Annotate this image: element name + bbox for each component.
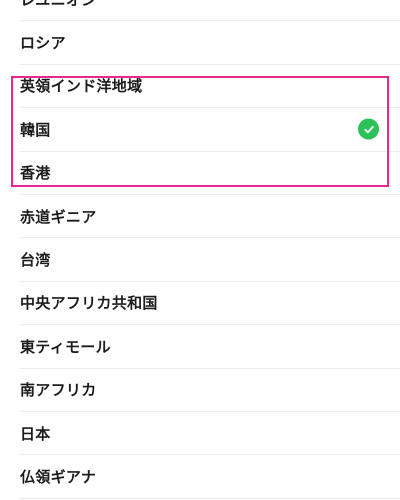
- list-item-reunion[interactable]: レユニオン: [20, 0, 400, 22]
- list-item-russia[interactable]: ロシア: [20, 21, 400, 65]
- list-item-label: 南アフリカ: [20, 381, 97, 400]
- list-item-taiwan[interactable]: 台湾: [20, 238, 400, 282]
- list-item-label: 香港: [20, 164, 51, 183]
- list-item-south-korea[interactable]: 韓国: [20, 108, 400, 152]
- list-item-label: 韓国: [20, 120, 51, 139]
- list-item-label: ロシア: [20, 34, 66, 53]
- list-item-label: 赤道ギニア: [20, 207, 97, 226]
- country-list: レユニオン ロシア 英領インド洋地域 韓国 香港 赤道ギニア 台湾 中央アフリカ…: [0, 0, 400, 499]
- list-item-label: レユニオン: [20, 0, 97, 10]
- list-item-central-african-republic[interactable]: 中央アフリカ共和国: [20, 282, 400, 326]
- list-item-label: 中央アフリカ共和国: [20, 294, 158, 313]
- list-item-british-indian-ocean-territory[interactable]: 英領インド洋地域: [20, 65, 400, 109]
- list-item-hong-kong[interactable]: 香港: [20, 152, 400, 195]
- list-item-label: 東ティモール: [20, 337, 111, 356]
- list-item-japan[interactable]: 日本: [20, 412, 400, 456]
- list-item-label: 台湾: [20, 251, 51, 270]
- list-item-timor-leste[interactable]: 東ティモール: [20, 325, 400, 369]
- list-item-label: 日本: [20, 424, 51, 443]
- list-item-label: 仏領ギアナ: [20, 467, 97, 486]
- list-item-french-guiana[interactable]: 仏領ギアナ: [20, 455, 400, 499]
- list-item-south-africa[interactable]: 南アフリカ: [20, 369, 400, 412]
- checkmark-circle-icon: [358, 118, 379, 140]
- list-item-label: 英領インド洋地域: [20, 77, 143, 96]
- list-item-equatorial-guinea[interactable]: 赤道ギニア: [20, 195, 400, 239]
